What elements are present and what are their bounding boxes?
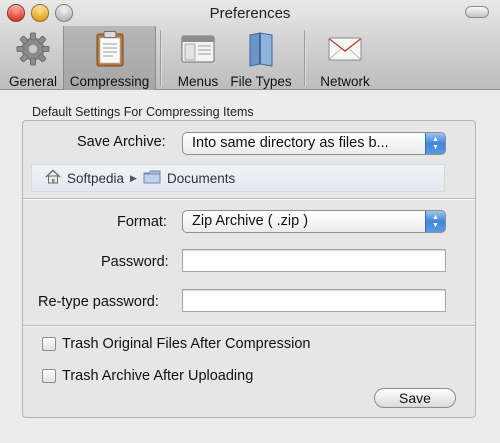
toolbar-label-file-types: File Types xyxy=(230,74,292,89)
trash-original-checkbox[interactable] xyxy=(42,337,56,351)
path-segment-softpedia[interactable]: Softpedia xyxy=(67,171,124,186)
section-divider xyxy=(23,198,475,199)
toolbar-item-network[interactable]: Network xyxy=(316,26,374,90)
toolbar-item-compressing[interactable]: Compressing xyxy=(63,26,156,90)
toolbar-separator xyxy=(304,30,305,86)
toolbar-label-general: General xyxy=(8,74,58,89)
toolbar-separator xyxy=(160,30,161,86)
password-label: Password: xyxy=(101,254,169,270)
popup-arrows-icon: ▲ ▼ xyxy=(425,133,445,154)
file-types-book-icon xyxy=(239,29,283,69)
save-button[interactable]: Save xyxy=(374,388,456,408)
path-segment-documents[interactable]: Documents xyxy=(167,171,235,186)
toolbar: General Compressing Menus File Types Net… xyxy=(0,26,500,90)
retype-password-label: Re-type password: xyxy=(38,294,159,310)
trash-archive-label: Trash Archive After Uploading xyxy=(62,368,254,384)
trash-original-label: Trash Original Files After Compression xyxy=(62,336,311,352)
save-archive-value: Into same directory as files b... xyxy=(192,135,389,151)
window-title: Preferences xyxy=(209,5,291,22)
save-archive-label: Save Archive: xyxy=(77,134,166,150)
preferences-window: Preferences General Compressing Menus Fi… xyxy=(0,0,500,443)
toolbar-item-file-types[interactable]: File Types xyxy=(228,26,294,90)
section-caption: Default Settings For Compressing Items xyxy=(32,105,254,119)
toolbar-toggle-button[interactable] xyxy=(465,6,489,18)
trash-archive-checkbox[interactable] xyxy=(42,369,56,383)
path-control[interactable]: Softpedia ▶ Documents xyxy=(31,164,445,192)
format-value: Zip Archive ( .zip ) xyxy=(192,213,309,229)
gear-icon xyxy=(11,29,55,69)
trash-archive-option[interactable]: Trash Archive After Uploading xyxy=(42,368,253,384)
toolbar-item-general[interactable]: General xyxy=(6,26,60,90)
folder-icon xyxy=(143,170,161,187)
toolbar-label-network: Network xyxy=(320,74,370,89)
toolbar-label-menus: Menus xyxy=(177,74,219,89)
envelope-icon xyxy=(323,29,367,69)
path-chevron-icon: ▶ xyxy=(130,172,137,183)
home-icon xyxy=(45,169,61,187)
format-popup[interactable]: Zip Archive ( .zip ) ▲ ▼ xyxy=(182,210,446,233)
popup-arrows-icon: ▲ ▼ xyxy=(425,211,445,232)
toolbar-item-menus[interactable]: Menus xyxy=(172,26,224,90)
save-archive-popup[interactable]: Into same directory as files b... ▲ ▼ xyxy=(182,132,446,155)
titlebar: Preferences General Compressing Menus Fi… xyxy=(0,0,500,90)
password-field[interactable] xyxy=(182,249,446,272)
retype-password-field[interactable] xyxy=(182,289,446,312)
trash-original-option[interactable]: Trash Original Files After Compression xyxy=(42,336,310,352)
toolbar-label-compressing: Compressing xyxy=(69,74,150,89)
format-label: Format: xyxy=(117,214,167,230)
section-divider xyxy=(23,325,475,326)
menu-window-icon xyxy=(176,29,220,69)
clipboard-icon xyxy=(88,29,132,69)
